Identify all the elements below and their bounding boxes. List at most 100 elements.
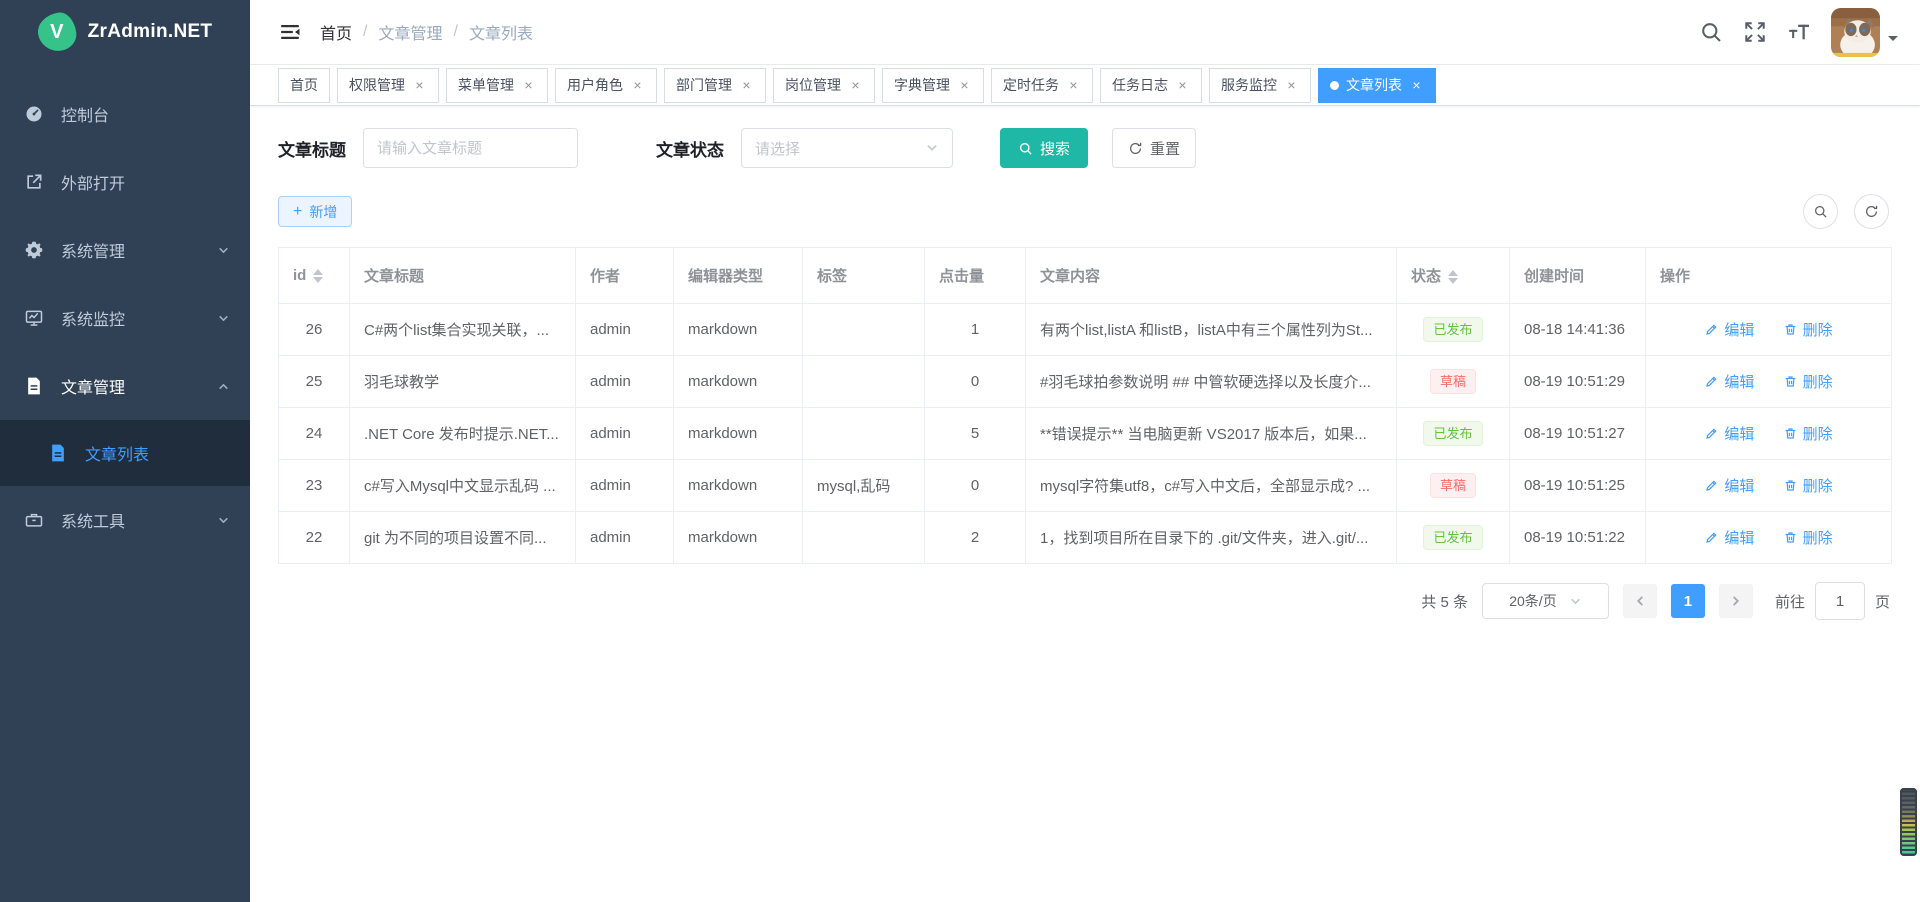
delete-label: 删除 xyxy=(1803,371,1833,392)
edit-button[interactable]: 编辑 xyxy=(1704,475,1754,496)
prev-page-button[interactable] xyxy=(1623,584,1657,618)
cell-author: admin xyxy=(576,304,674,356)
page-number-current[interactable]: 1 xyxy=(1671,584,1705,618)
delete-button[interactable]: 删除 xyxy=(1783,475,1833,496)
column-header-ops: 操作 xyxy=(1646,248,1892,304)
close-icon[interactable]: × xyxy=(848,78,863,93)
cell-title: c#写入Mysql中文显示乱码 ... xyxy=(350,460,576,512)
column-header-author: 作者 xyxy=(576,248,674,304)
breadcrumb-article-list: 文章列表 xyxy=(469,20,533,44)
close-icon[interactable]: × xyxy=(1409,78,1424,93)
sidebar-item-system-manage[interactable]: 系统管理 xyxy=(0,216,250,284)
table-row: 25 羽毛球教学 admin markdown 0 #羽毛球拍参数说明 ## 中… xyxy=(279,356,1892,408)
sidebar-item-system-monitor[interactable]: 系统监控 xyxy=(0,284,250,352)
cell-content: 1，找到项目所在目录下的 .git/文件夹，进入.git/... xyxy=(1026,512,1397,564)
goto-label: 前往 xyxy=(1775,591,1805,612)
close-icon[interactable]: × xyxy=(957,78,972,93)
tab-scheduled-task[interactable]: 定时任务× xyxy=(991,68,1093,103)
column-header-status[interactable]: 状态 xyxy=(1397,248,1510,304)
breadcrumb-article-manage: 文章管理 xyxy=(378,20,442,44)
cell-id: 24 xyxy=(279,408,350,460)
tab-post-manage[interactable]: 岗位管理 × xyxy=(773,68,875,103)
goto-page-input[interactable] xyxy=(1815,582,1865,620)
sidebar-item-article-list[interactable]: 文章列表 xyxy=(0,420,250,486)
avatar[interactable] xyxy=(1831,8,1880,57)
search-icon[interactable] xyxy=(1699,20,1723,44)
cell-id: 25 xyxy=(279,356,350,408)
delete-label: 删除 xyxy=(1803,423,1833,444)
pagination-total: 共 5 条 xyxy=(1421,591,1468,612)
reset-button[interactable]: 重置 xyxy=(1112,128,1196,168)
delete-button[interactable]: 删除 xyxy=(1783,527,1833,548)
sidebar-item-system-tools[interactable]: 系统工具 xyxy=(0,486,250,554)
breadcrumb-home[interactable]: 首页 xyxy=(320,20,352,44)
tab-task-log[interactable]: 任务日志× xyxy=(1100,68,1202,103)
add-button[interactable]: + 新增 xyxy=(278,196,352,227)
fullscreen-icon[interactable] xyxy=(1743,20,1767,44)
close-icon[interactable]: × xyxy=(1175,78,1190,93)
column-header-clicks: 点击量 xyxy=(925,248,1026,304)
tab-label: 字典管理 xyxy=(894,75,950,95)
column-header-id[interactable]: id xyxy=(279,248,350,304)
cell-author: admin xyxy=(576,512,674,564)
edit-label: 编辑 xyxy=(1724,371,1754,392)
cell-created: 08-19 10:51:22 xyxy=(1510,512,1646,564)
close-icon[interactable]: × xyxy=(521,78,536,93)
reset-button-label: 重置 xyxy=(1150,138,1180,159)
cell-title: .NET Core 发布时提示.NET... xyxy=(350,408,576,460)
tab-home[interactable]: 首页 xyxy=(278,68,330,103)
cell-content: mysql字符集utf8，c#写入中文后，全部显示成? ... xyxy=(1026,460,1397,512)
mini-meter-widget[interactable] xyxy=(1900,788,1917,856)
tab-label: 岗位管理 xyxy=(785,75,841,95)
tab-dict-manage[interactable]: 字典管理 × xyxy=(882,68,984,103)
cell-tag xyxy=(803,304,925,356)
toolbox-icon xyxy=(24,510,44,530)
navbar: 首页 / 文章管理 / 文章列表 xyxy=(250,0,1920,65)
edit-button[interactable]: 编辑 xyxy=(1704,371,1754,392)
article-title-input[interactable] xyxy=(363,128,578,168)
cell-editor: markdown xyxy=(674,356,803,408)
close-icon[interactable]: × xyxy=(739,78,754,93)
sidebar-item-external-open[interactable]: 外部打开 xyxy=(0,148,250,216)
delete-button[interactable]: 删除 xyxy=(1783,319,1833,340)
tab-permission[interactable]: 权限管理× xyxy=(337,68,439,103)
font-size-icon[interactable] xyxy=(1787,20,1811,44)
cell-created: 08-19 10:51:25 xyxy=(1510,460,1646,512)
sidebar-collapse-icon[interactable] xyxy=(278,20,302,44)
cell-id: 26 xyxy=(279,304,350,356)
tab-label: 服务监控 xyxy=(1221,75,1277,95)
next-page-button[interactable] xyxy=(1719,584,1753,618)
close-icon[interactable]: × xyxy=(1284,78,1299,93)
close-icon[interactable]: × xyxy=(412,78,427,93)
search-button[interactable]: 搜索 xyxy=(1000,128,1088,168)
column-header-created: 创建时间 xyxy=(1510,248,1646,304)
sidebar-item-article-manage[interactable]: 文章管理 xyxy=(0,352,250,420)
tab-user-role[interactable]: 用户角色× xyxy=(555,68,657,103)
edit-button[interactable]: 编辑 xyxy=(1704,423,1754,444)
tab-article-list[interactable]: 文章列表 × xyxy=(1318,68,1436,103)
chevron-down-icon xyxy=(217,514,230,527)
main-area: 首页 / 文章管理 / 文章列表 xyxy=(250,0,1920,902)
close-icon[interactable]: × xyxy=(630,78,645,93)
edit-button[interactable]: 编辑 xyxy=(1704,527,1754,548)
delete-button[interactable]: 删除 xyxy=(1783,371,1833,392)
avatar-caret-down-icon[interactable] xyxy=(1888,36,1898,46)
page-size-select[interactable]: 20条/页 xyxy=(1482,583,1609,619)
sort-caret-icon[interactable] xyxy=(313,269,323,283)
tab-label: 文章列表 xyxy=(1346,75,1402,95)
logo-icon: V xyxy=(35,11,78,54)
sidebar-item-label: 系统监控 xyxy=(61,306,125,330)
tab-menu-manage[interactable]: 菜单管理× xyxy=(446,68,548,103)
tab-dept-manage[interactable]: 部门管理× xyxy=(664,68,766,103)
sidebar-item-dashboard[interactable]: 控制台 xyxy=(0,80,250,148)
edit-button[interactable]: 编辑 xyxy=(1704,319,1754,340)
article-status-select[interactable]: 请选择 xyxy=(741,128,953,168)
delete-button[interactable]: 删除 xyxy=(1783,423,1833,444)
table-search-toggle-button[interactable] xyxy=(1803,194,1838,229)
articles-table: id 文章标题 作者 编辑器类型 标签 点击量 文章内容 状态 创建时间 操作 xyxy=(278,247,1892,564)
sort-caret-icon[interactable] xyxy=(1448,270,1458,284)
tab-service-monitor[interactable]: 服务监控 × xyxy=(1209,68,1311,103)
pencil-icon xyxy=(1704,478,1719,493)
table-refresh-button[interactable] xyxy=(1854,194,1889,229)
close-icon[interactable]: × xyxy=(1066,78,1081,93)
